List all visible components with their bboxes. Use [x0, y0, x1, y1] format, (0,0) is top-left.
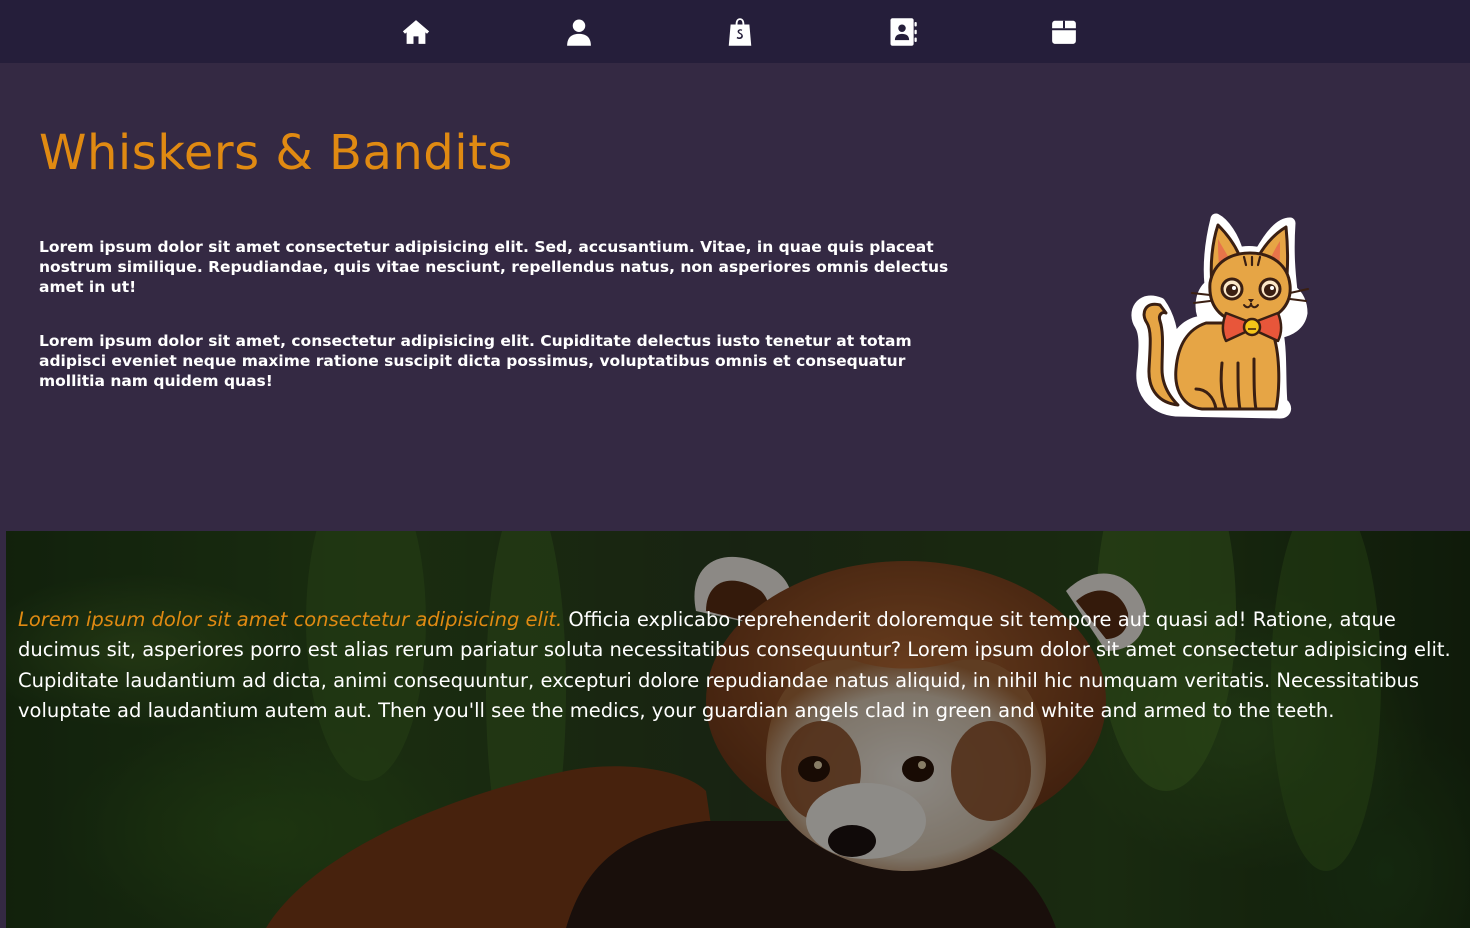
shopping-bag-icon — [728, 18, 752, 46]
nav-home[interactable] — [396, 14, 436, 50]
home-icon — [402, 20, 430, 44]
nav-profile[interactable] — [559, 14, 599, 50]
panda-lead-text: Lorem ipsum dolor sit amet consectetur a… — [18, 608, 563, 631]
intro-paragraph-1: Lorem ipsum dolor sit amet consectetur a… — [39, 238, 949, 296]
red-panda-section: Lorem ipsum dolor sit amet consectetur a… — [6, 531, 1470, 928]
intro-paragraph-2: Lorem ipsum dolor sit amet, consectetur … — [39, 332, 912, 390]
panda-paragraph: Lorem ipsum dolor sit amet consectetur a… — [18, 605, 1468, 726]
page-title: Whiskers & Bandits — [39, 125, 513, 181]
user-icon — [567, 19, 591, 46]
hero-section: Whiskers & Bandits Lorem ipsum dolor sit… — [0, 63, 1470, 531]
address-book-icon — [890, 18, 917, 46]
nav-gift[interactable] — [1044, 14, 1084, 50]
top-nav — [0, 0, 1470, 63]
nav-contacts[interactable] — [883, 14, 923, 50]
box-icon — [1052, 20, 1076, 44]
nav-shop[interactable] — [720, 14, 760, 50]
photo-dark-overlay — [6, 531, 1470, 928]
cat-illustration — [1131, 213, 1309, 419]
